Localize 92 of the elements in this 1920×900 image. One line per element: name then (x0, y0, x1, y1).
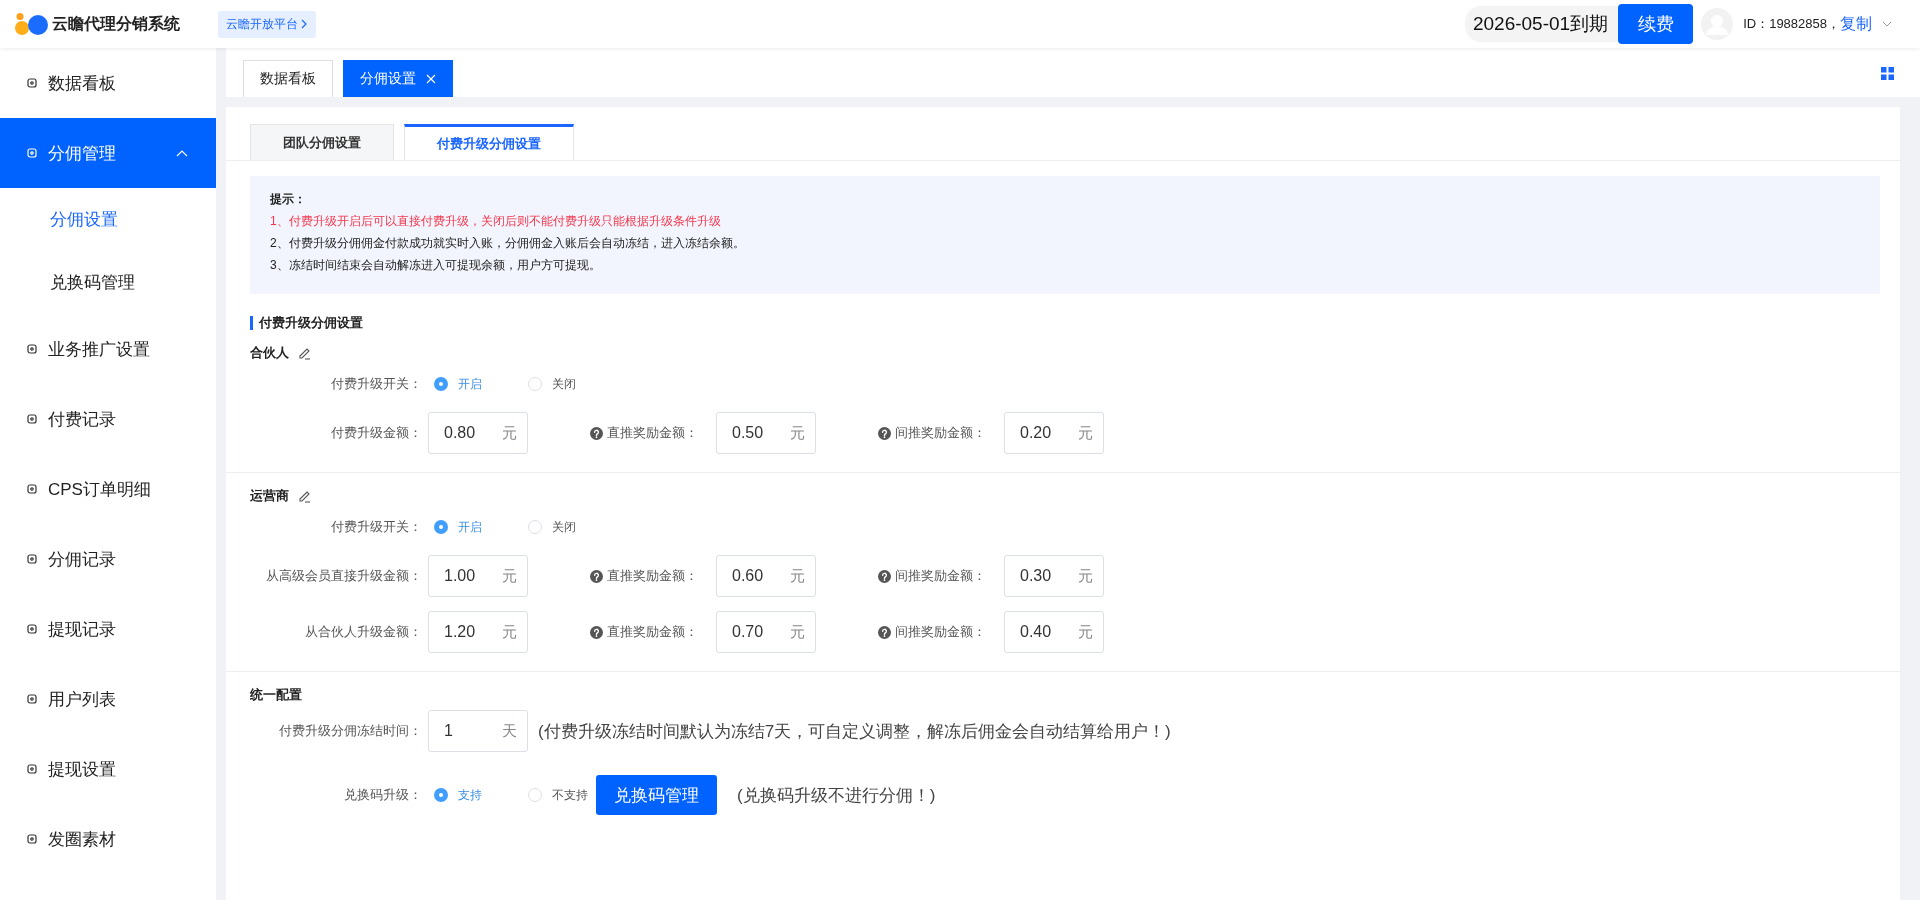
platform-link[interactable]: 云瞻开放平台 (218, 10, 316, 38)
tips-title: 提示： (270, 191, 307, 208)
menu-icon (26, 77, 38, 89)
sidebar-item[interactable]: 提现记录 (0, 594, 216, 664)
amount-input[interactable]: 1.20 元 (428, 611, 528, 653)
menu-icon (26, 483, 38, 495)
field-label: 直推奖励金额： (607, 424, 698, 442)
help-icon[interactable] (590, 625, 603, 639)
radio-label[interactable]: 关闭 (552, 518, 576, 536)
sidebar-item[interactable]: 付费记录 (0, 384, 216, 454)
amount-input[interactable]: 0.20 元 (1004, 412, 1104, 454)
group-title: 统一配置 (250, 686, 302, 704)
field-label: 直推奖励金额： (607, 623, 698, 641)
sidebar-item[interactable]: 数据看板 (0, 48, 216, 118)
settings-tab[interactable]: 团队分佣设置 (250, 124, 394, 160)
help-icon[interactable] (878, 625, 891, 639)
sidebar-subitem[interactable]: 分佣设置 (0, 188, 216, 251)
close-icon[interactable] (426, 74, 436, 84)
radio-label[interactable]: 不支持 (552, 786, 588, 804)
radio-icon[interactable] (434, 377, 448, 391)
caret-icon[interactable] (1882, 19, 1892, 29)
sidebar-item[interactable]: 发圈素材 (0, 804, 216, 874)
renew-button[interactable]: 续费 (1618, 4, 1694, 44)
tip-line: 2、付费升级分佣佣金付款成功就实时入账，分佣佣金入账后会自动冻结，进入冻结余额。 (270, 235, 746, 252)
radio-icon[interactable] (434, 520, 448, 534)
radio-label[interactable]: 支持 (458, 786, 482, 804)
help-icon[interactable] (590, 569, 603, 583)
redeem-code-button[interactable]: 兑换码管理 (596, 775, 717, 815)
field-label: 兑换码升级： (343, 786, 423, 804)
tip-line: 1、付费升级开启后可以直接付费升级，关闭后则不能付费升级只能根据升级条件升级 (270, 213, 722, 230)
amount-input[interactable]: 0.60 元 (716, 555, 816, 597)
sidebar-item[interactable]: 提现设置 (0, 734, 216, 804)
field-label: 从合伙人升级金额： (304, 623, 423, 641)
sidebar-item[interactable]: CPS订单明细 (0, 454, 216, 524)
group-title: 合伙人 (250, 344, 289, 362)
menu-icon (26, 147, 38, 159)
field-label: 间推奖励金额： (895, 424, 986, 442)
field-label: 付费升级金额： (330, 424, 423, 442)
note-text: (付费升级冻结时间默认为冻结7天，可自定义调整，解冻后佣金会自动结算给用户！) (538, 720, 1171, 743)
settings-tab[interactable]: 付费升级分佣设置 (404, 124, 574, 160)
sidebar-item[interactable]: 用户列表 (0, 664, 216, 734)
days-input[interactable]: 1 天 (428, 710, 528, 752)
pencil-icon[interactable] (297, 346, 311, 360)
menu-icon (26, 623, 38, 635)
sidebar-item[interactable]: 分佣记录 (0, 524, 216, 594)
app-name: 云瞻代理分销系统 (52, 13, 180, 34)
amount-input[interactable]: 0.80 元 (428, 412, 528, 454)
grid-icon[interactable] (1881, 67, 1894, 80)
field-label: 直推奖励金额： (607, 567, 698, 585)
radio-label[interactable]: 开启 (458, 375, 482, 393)
radio-label[interactable]: 开启 (458, 518, 482, 536)
help-icon[interactable] (878, 426, 891, 440)
page-tab[interactable]: 数据看板 (243, 60, 333, 97)
page-tab[interactable]: 分佣设置 (343, 60, 453, 97)
logo-icon (14, 13, 48, 35)
amount-input[interactable]: 0.50 元 (716, 412, 816, 454)
expiry-date: 2026-05-01到期 (1464, 6, 1619, 42)
help-icon[interactable] (590, 426, 603, 440)
amount-input[interactable]: 0.70 元 (716, 611, 816, 653)
radio-icon[interactable] (434, 788, 448, 802)
tip-line: 3、冻结时间结束会自动解冻进入可提现余额，用户方可提现。 (270, 257, 602, 274)
section-title: 付费升级分佣设置 (250, 316, 1900, 330)
group-title: 运营商 (250, 487, 289, 505)
menu-icon (26, 413, 38, 425)
radio-icon[interactable] (528, 520, 542, 534)
sidebar-item[interactable]: 业务推广设置 (0, 314, 216, 384)
amount-input[interactable]: 0.30 元 (1004, 555, 1104, 597)
pencil-icon[interactable] (297, 489, 311, 503)
field-label: 付费升级开关： (330, 518, 423, 536)
chevron-icon (176, 149, 188, 157)
menu-icon (26, 343, 38, 355)
radio-label[interactable]: 关闭 (552, 375, 576, 393)
menu-icon (26, 553, 38, 565)
field-label: 从高级会员直接升级金额： (265, 567, 423, 585)
radio-icon[interactable] (528, 788, 542, 802)
menu-icon (26, 693, 38, 705)
field-label: 付费升级分佣冻结时间： (278, 722, 423, 740)
user-id: ID：19882858， (1743, 15, 1840, 33)
sidebar-subitem[interactable]: 兑换码管理 (0, 251, 216, 314)
field-label: 间推奖励金额： (895, 567, 986, 585)
help-icon[interactable] (878, 569, 891, 583)
amount-input[interactable]: 1.00 元 (428, 555, 528, 597)
note-text: (兑换码升级不进行分佣！) (737, 784, 936, 807)
field-label: 间推奖励金额： (895, 623, 986, 641)
radio-icon[interactable] (528, 377, 542, 391)
amount-input[interactable]: 0.40 元 (1004, 611, 1104, 653)
menu-icon (26, 833, 38, 845)
menu-icon (26, 763, 38, 775)
sidebar-item[interactable]: 分佣管理 (0, 118, 216, 188)
field-label: 付费升级开关： (330, 375, 423, 393)
chevron-icon (301, 19, 308, 29)
copy-link[interactable]: 复制 (1840, 13, 1872, 35)
